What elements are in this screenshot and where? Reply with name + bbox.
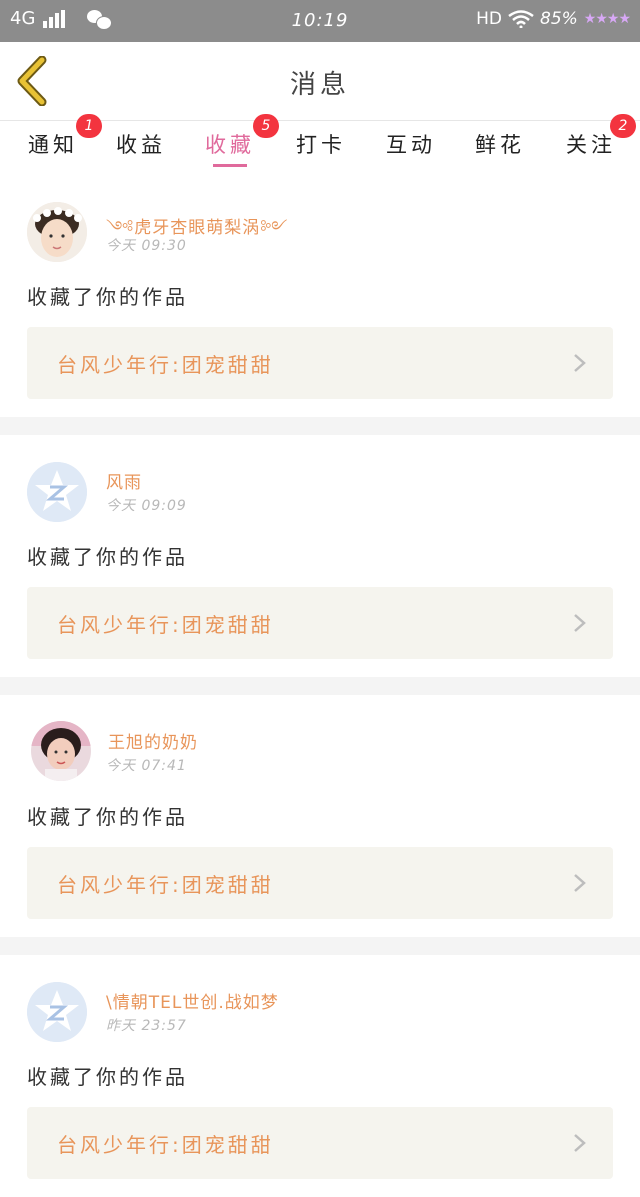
work-link[interactable]: 台风少年行:团宠甜甜: [27, 847, 613, 919]
divider: [0, 937, 640, 955]
action-text: 收藏了你的作品: [27, 805, 188, 829]
chevron-right-icon: [574, 614, 586, 632]
tab-label: 互动: [386, 133, 436, 157]
work-title: 台风少年行:团宠甜甜: [57, 353, 274, 377]
tab-bar: 通知 收益 收藏 打卡 互动 鲜花 关注 1 5 2: [0, 114, 640, 171]
action-text: 收藏了你的作品: [27, 285, 188, 309]
battery-percent: 85%: [540, 9, 578, 29]
message-list: ༺虎牙杏眼萌梨涡༻ 今天 09:30 收藏了你的作品 台风少年行:团宠甜甜 风雨…: [0, 175, 640, 1197]
tab-label: 鲜花: [475, 133, 525, 157]
username[interactable]: 王旭的奶奶: [108, 728, 198, 753]
work-link[interactable]: 台风少年行:团宠甜甜: [27, 327, 613, 399]
chevron-right-icon: [574, 1134, 586, 1152]
favorites-badge: 5: [253, 114, 279, 138]
tab-interactions[interactable]: 互动: [386, 129, 436, 159]
default-avatar-icon[interactable]: [27, 462, 87, 522]
notifications-badge: 1: [76, 114, 102, 138]
timestamp: 今天 07:41: [106, 758, 187, 774]
page-title: 消息: [289, 70, 350, 100]
decoration-stars-icon: ★★★★: [583, 11, 631, 27]
hd-indicator: HD: [476, 9, 502, 29]
list-item: 王旭的奶奶 今天 07:41 收藏了你的作品 台风少年行:团宠甜甜: [0, 695, 640, 937]
username[interactable]: 风雨: [106, 468, 142, 493]
divider: [0, 677, 640, 695]
tab-follows[interactable]: 关注: [566, 129, 616, 159]
tab-checkin[interactable]: 打卡: [296, 129, 346, 159]
default-avatar-icon[interactable]: [27, 982, 87, 1042]
active-tab-indicator: [213, 164, 247, 167]
tab-flowers[interactable]: 鲜花: [475, 129, 525, 159]
list-item: \情朝TEL世创.战如梦 昨天 23:57 收藏了你的作品 台风少年行:团宠甜甜: [0, 955, 640, 1197]
action-text: 收藏了你的作品: [27, 1065, 188, 1089]
status-bar: 4G 10:19 HD 85% ★★★★: [0, 0, 640, 42]
work-title: 台风少年行:团宠甜甜: [57, 1133, 274, 1157]
tab-earnings[interactable]: 收益: [116, 129, 166, 159]
tab-notifications[interactable]: 通知: [28, 129, 78, 159]
tab-label: 打卡: [296, 133, 346, 157]
wifi-icon: [508, 10, 534, 28]
chevron-right-icon: [574, 874, 586, 892]
avatar[interactable]: [31, 721, 91, 781]
timestamp: 今天 09:30: [106, 238, 187, 254]
list-item: ༺虎牙杏眼萌梨涡༻ 今天 09:30 收藏了你的作品 台风少年行:团宠甜甜: [0, 175, 640, 417]
timestamp: 今天 09:09: [106, 498, 187, 514]
username[interactable]: \情朝TEL世创.战如梦: [106, 988, 279, 1013]
timestamp: 昨天 23:57: [106, 1018, 187, 1034]
follows-badge: 2: [610, 114, 636, 138]
work-title: 台风少年行:团宠甜甜: [57, 873, 274, 897]
tab-label: 关注: [566, 133, 616, 157]
work-title: 台风少年行:团宠甜甜: [57, 613, 274, 637]
tab-favorites[interactable]: 收藏: [205, 129, 255, 159]
tab-label: 通知: [28, 133, 78, 157]
avatar[interactable]: [27, 202, 87, 262]
list-item: 风雨 今天 09:09 收藏了你的作品 台风少年行:团宠甜甜: [0, 435, 640, 677]
header: 消息: [0, 42, 640, 121]
work-link[interactable]: 台风少年行:团宠甜甜: [27, 587, 613, 659]
divider: [0, 417, 640, 435]
chevron-right-icon: [574, 354, 586, 372]
work-link[interactable]: 台风少年行:团宠甜甜: [27, 1107, 613, 1179]
tab-label: 收益: [116, 133, 166, 157]
tab-label: 收藏: [205, 133, 255, 157]
action-text: 收藏了你的作品: [27, 545, 188, 569]
